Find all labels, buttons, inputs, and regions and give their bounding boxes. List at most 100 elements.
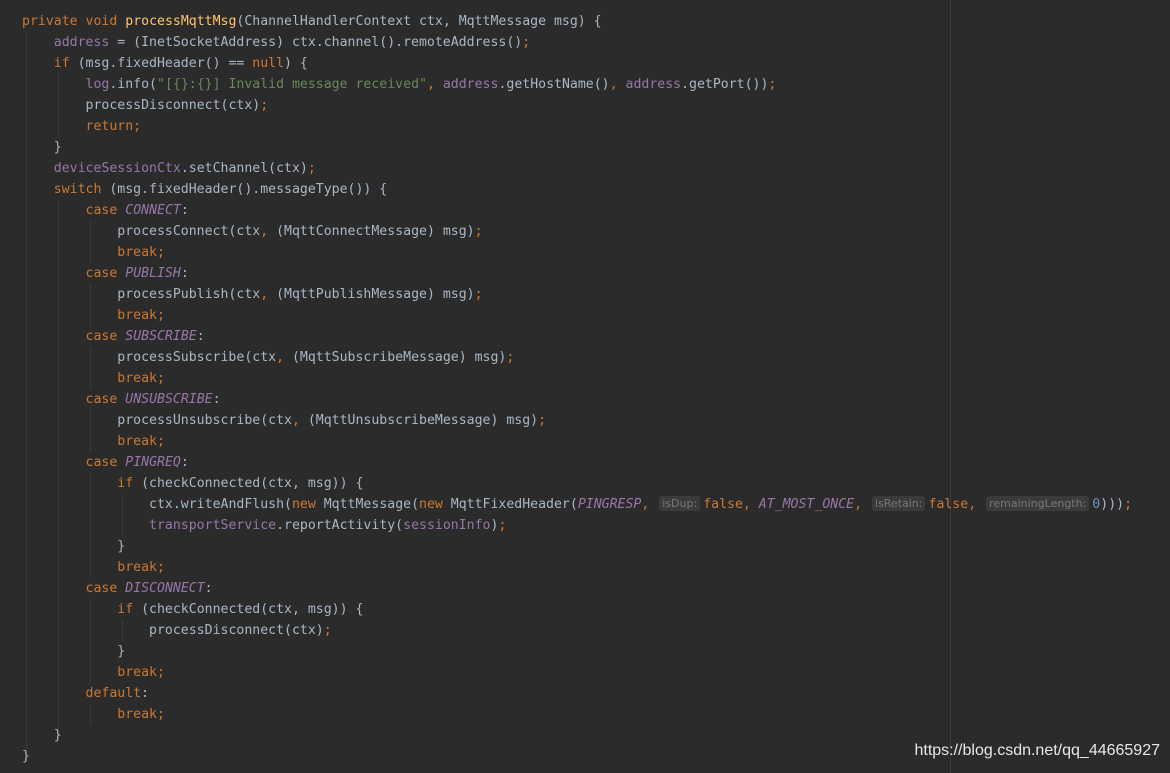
code-text: .getHostName()	[498, 77, 610, 92]
semicolon: ;	[260, 98, 269, 113]
close-brace: }	[53, 140, 62, 155]
code-line[interactable]: break;	[22, 662, 165, 683]
code-text: processDisconnect(ctx)	[85, 98, 261, 113]
code-line[interactable]: }	[22, 746, 30, 767]
code-text: :	[180, 266, 189, 281]
code-line[interactable]: }	[22, 725, 62, 746]
code-line[interactable]: break;	[22, 368, 165, 389]
code-line[interactable]: processUnsubscribe(ctx, (MqttUnsubscribe…	[22, 410, 546, 431]
code-line[interactable]: if (msg.fixedHeader() == null) {	[22, 53, 308, 74]
code-text: (MqttPublishMessage) msg)	[268, 287, 475, 302]
enum-constant: DISCONNECT	[125, 581, 205, 596]
code-text: :	[180, 455, 189, 470]
code-text: (MqttConnectMessage) msg)	[268, 224, 475, 239]
code-line[interactable]: break;	[22, 431, 165, 452]
code-text: MqttMessage(	[315, 497, 420, 512]
comma: ,	[260, 287, 269, 302]
semicolon: ;	[323, 623, 332, 638]
comma: ,	[609, 77, 618, 92]
code-line[interactable]: deviceSessionCtx.setChannel(ctx);	[22, 158, 316, 179]
code-line[interactable]: if (checkConnected(ctx, msg)) {	[22, 599, 363, 620]
code-text: .reportActivity(	[276, 518, 404, 533]
semicolon: ;	[156, 434, 165, 449]
keyword: break	[117, 707, 157, 722]
code-line[interactable]: case UNSUBSCRIBE:	[22, 389, 221, 410]
code-text: (MqttSubscribeMessage) msg)	[284, 350, 507, 365]
code-line[interactable]: case SUBSCRIBE:	[22, 326, 205, 347]
keyword: void	[85, 14, 118, 29]
code-line[interactable]: }	[22, 641, 125, 662]
code-line[interactable]: switch (msg.fixedHeader().messageType())…	[22, 179, 387, 200]
code-editor[interactable]: private void processMqttMsg(ChannelHandl…	[0, 0, 1170, 773]
enum-constant: PUBLISH	[125, 266, 181, 281]
semicolon: ;	[506, 350, 515, 365]
code-line[interactable]: case PINGREQ:	[22, 452, 189, 473]
semicolon: ;	[156, 308, 165, 323]
code-text: processConnect(ctx	[117, 224, 261, 239]
keyword: case	[85, 329, 118, 344]
field-ref: address	[442, 77, 499, 92]
enum-constant: AT_MOST_ONCE	[758, 497, 855, 512]
field-ref: log	[85, 77, 110, 92]
inlay-hint-remaininglength: remainingLength:	[986, 496, 1090, 511]
code-line[interactable]: default:	[22, 683, 150, 704]
inlay-hint-isretain: isRetain:	[871, 496, 926, 511]
code-line[interactable]: case PUBLISH:	[22, 263, 189, 284]
semicolon: ;	[156, 245, 165, 260]
code-line[interactable]: return;	[22, 116, 142, 137]
code-line[interactable]: private void processMqttMsg(ChannelHandl…	[22, 11, 602, 32]
code-line[interactable]: case CONNECT:	[22, 200, 189, 221]
field-ref: transportService	[149, 518, 277, 533]
right-margin-guide	[950, 0, 951, 773]
keyword: break	[117, 245, 157, 260]
keyword: break	[117, 665, 157, 680]
keyword: null	[252, 56, 285, 71]
keyword: false	[928, 497, 969, 512]
code-line[interactable]: break;	[22, 305, 165, 326]
close-brace: }	[53, 728, 62, 743]
keyword: break	[117, 434, 157, 449]
close-brace: }	[117, 644, 126, 659]
inlay-hint-isdup: isDup:	[659, 496, 701, 511]
code-line[interactable]: log.info("[{}:{}] Invalid message receiv…	[22, 74, 777, 95]
keyword: false	[703, 497, 743, 512]
code-line[interactable]: processDisconnect(ctx);	[22, 95, 269, 116]
keyword: if	[117, 476, 134, 491]
code-text: (MqttUnsubscribeMessage) msg)	[299, 413, 539, 428]
method-name: processMqttMsg	[125, 14, 237, 29]
semicolon: ;	[474, 224, 483, 239]
field-ref: address	[625, 77, 682, 92]
semicolon: ;	[307, 161, 316, 176]
keyword: if	[117, 602, 134, 617]
code-text: :	[180, 203, 189, 218]
code-line[interactable]: address = (InetSocketAddress) ctx.channe…	[22, 32, 530, 53]
code-line[interactable]: break;	[22, 557, 165, 578]
code-line[interactable]: ctx.writeAndFlush(new MqttMessage(new Mq…	[22, 494, 1132, 515]
code-line[interactable]: processSubscribe(ctx, (MqttSubscribeMess…	[22, 347, 514, 368]
comma: ,	[276, 350, 285, 365]
code-line[interactable]: if (checkConnected(ctx, msg)) {	[22, 473, 363, 494]
keyword: private	[22, 14, 78, 29]
code-text: :	[204, 581, 213, 596]
field-ref: sessionInfo	[403, 518, 491, 533]
code-text: .info(	[109, 77, 157, 92]
semicolon: ;	[538, 413, 547, 428]
code-line[interactable]: processPublish(ctx, (MqttPublishMessage)…	[22, 284, 482, 305]
keyword: if	[53, 56, 70, 71]
keyword: break	[117, 371, 157, 386]
code-line[interactable]: break;	[22, 242, 165, 263]
code-line[interactable]: transportService.reportActivity(sessionI…	[22, 515, 506, 536]
comma: ,	[426, 77, 435, 92]
keyword: new	[291, 497, 316, 512]
code-line[interactable]: processConnect(ctx, (MqttConnectMessage)…	[22, 221, 483, 242]
code-line[interactable]: }	[22, 137, 62, 158]
code-text: (msg.fixedHeader() ==	[69, 56, 253, 71]
code-line[interactable]: processDisconnect(ctx);	[22, 620, 332, 641]
code-line[interactable]: break;	[22, 704, 165, 725]
code-text: (ChannelHandlerContext ctx, MqttMessage …	[236, 14, 602, 29]
comma: ,	[291, 413, 300, 428]
comma: ,	[854, 497, 863, 512]
code-line[interactable]: }	[22, 536, 125, 557]
code-text: processPublish(ctx	[117, 287, 261, 302]
code-line[interactable]: case DISCONNECT:	[22, 578, 213, 599]
